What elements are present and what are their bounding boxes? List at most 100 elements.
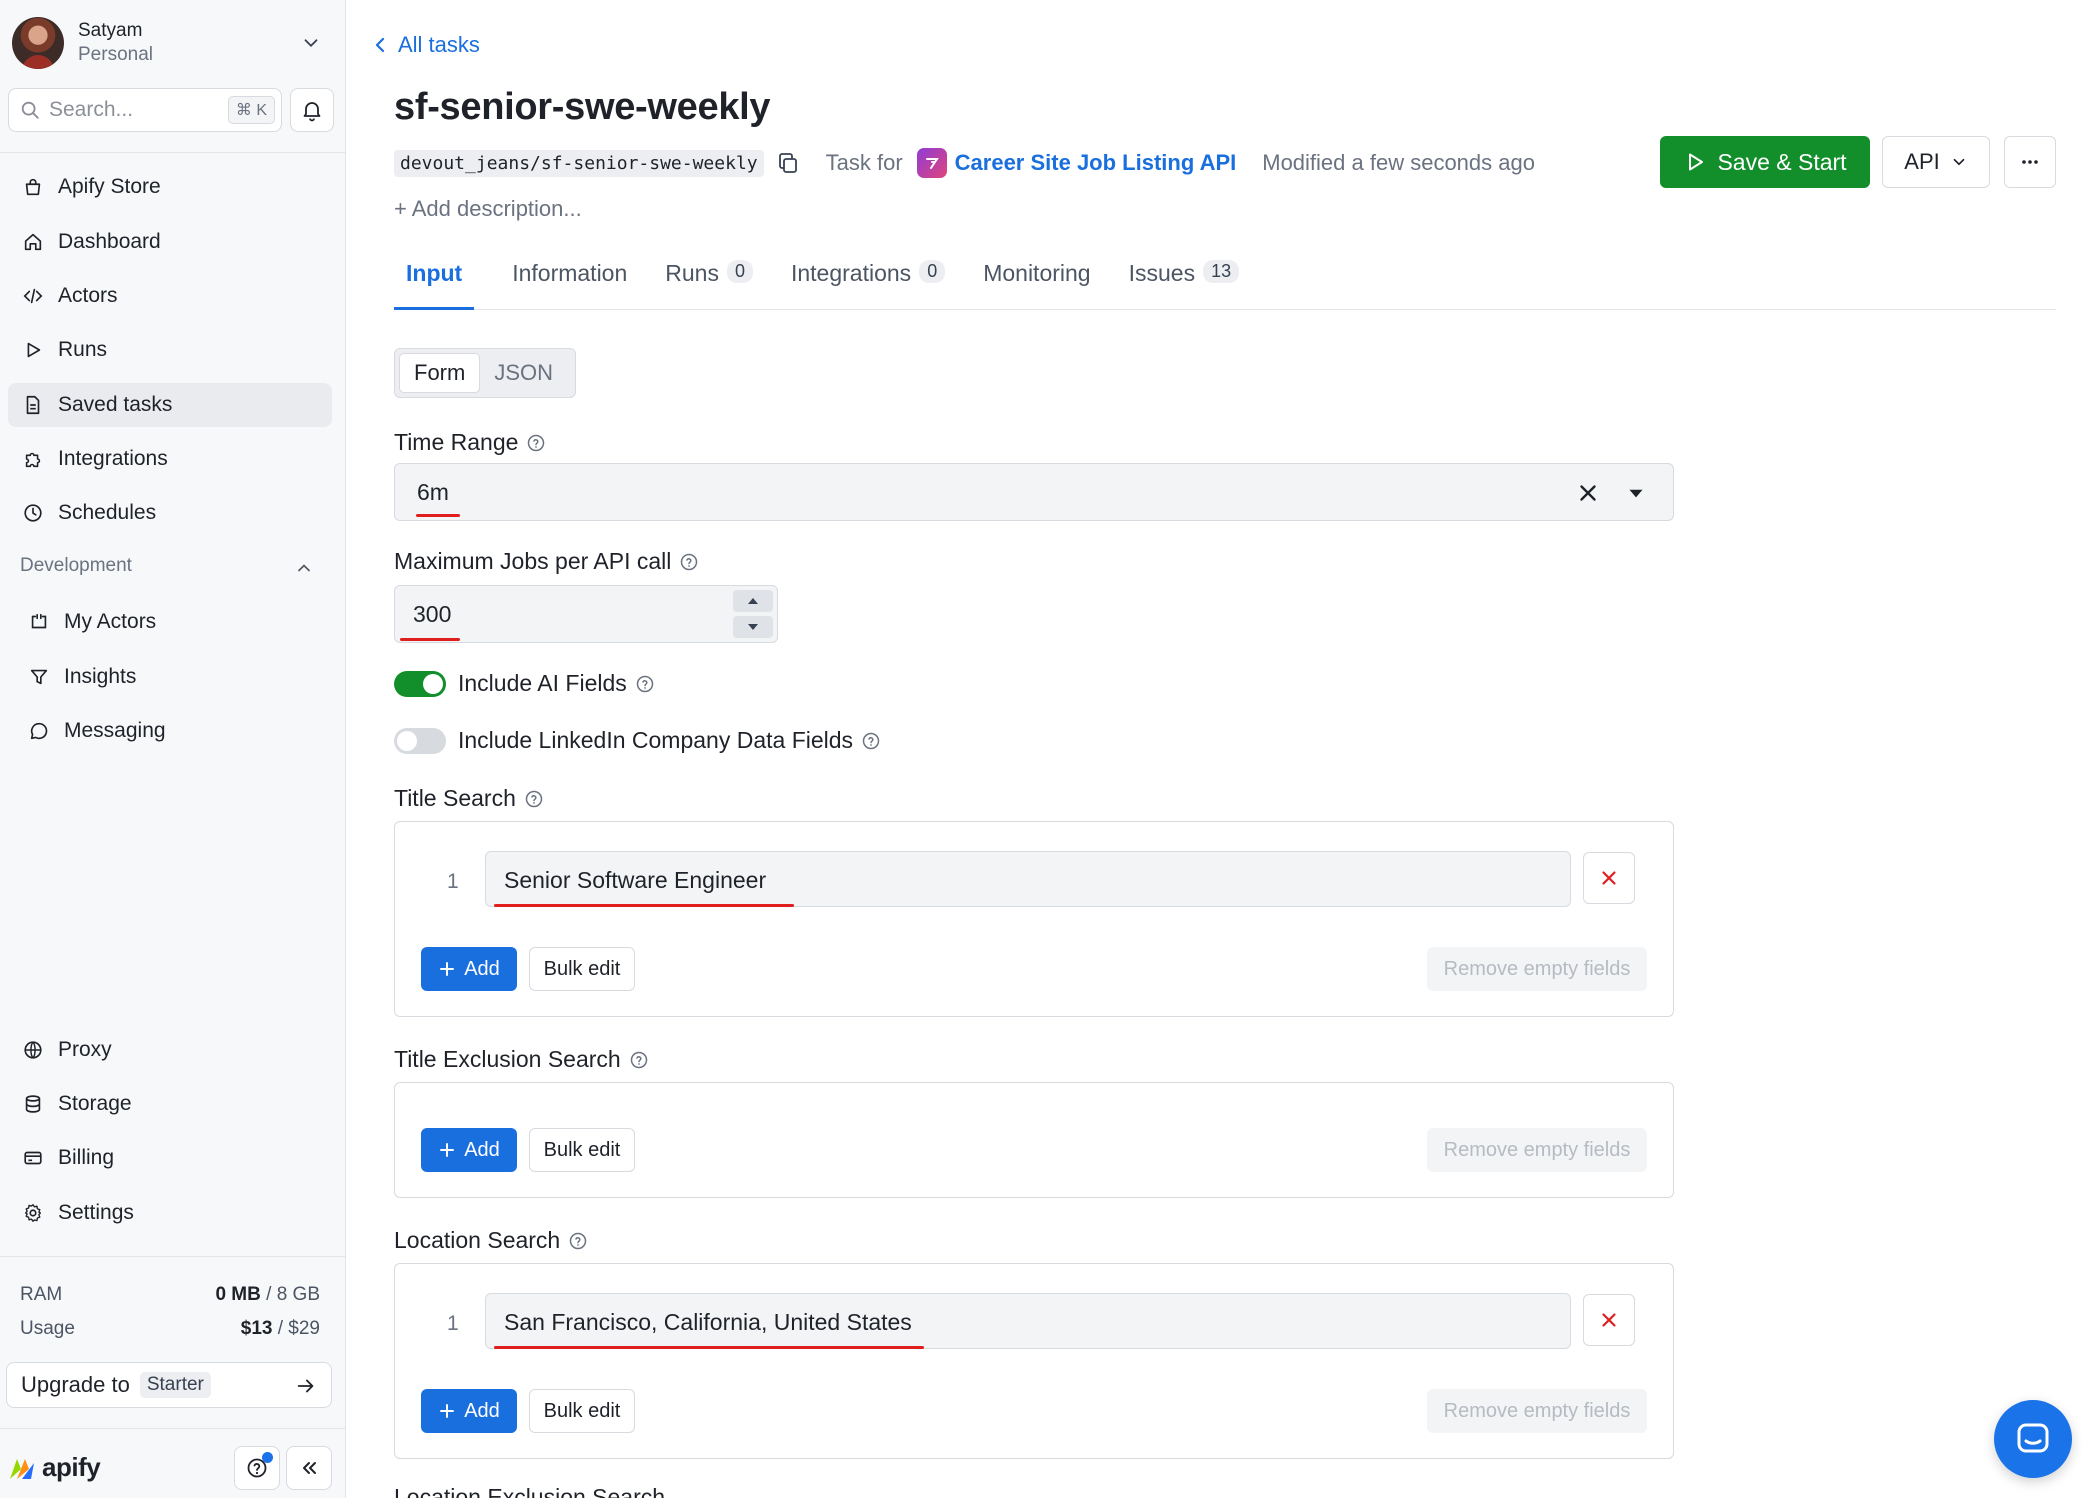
toggle-label-text: Include AI Fields <box>458 670 627 696</box>
remove-row-button[interactable] <box>1583 852 1635 904</box>
bulk-edit-button[interactable]: Bulk edit <box>529 1389 635 1433</box>
add-item-button[interactable]: Add <box>421 1128 517 1172</box>
location-search-label: Location Search <box>394 1227 588 1254</box>
sidebar-item-storage[interactable]: Storage <box>8 1082 332 1126</box>
mode-json-button[interactable]: JSON <box>480 353 567 393</box>
plus-icon <box>440 1404 455 1418</box>
sidebar-divider <box>0 1428 346 1429</box>
save-and-start-label: Save & Start <box>1717 148 1847 175</box>
tab-label: Information <box>512 260 628 286</box>
sidebar-item-settings[interactable]: Settings <box>8 1191 332 1235</box>
remove-empty-fields-button[interactable]: Remove empty fields <box>1427 1389 1647 1433</box>
play-icon <box>27 342 41 358</box>
tab-input[interactable]: Input <box>394 252 475 310</box>
tab-information[interactable]: Information <box>512 252 627 310</box>
remove-row-button[interactable] <box>1583 1294 1635 1346</box>
back-to-all-tasks-link[interactable]: All tasks <box>372 32 480 58</box>
add-item-button[interactable]: Add <box>421 1389 517 1433</box>
increment-button[interactable] <box>733 590 773 612</box>
caret-down-icon <box>748 624 758 630</box>
sidebar-item-actors[interactable]: Actors <box>8 274 332 318</box>
sidebar-item-billing[interactable]: Billing <box>8 1136 332 1180</box>
copy-icon[interactable] <box>776 151 800 175</box>
sidebar-divider <box>0 152 346 153</box>
tab-monitoring[interactable]: Monitoring <box>983 252 1090 310</box>
sidebar: Satyam Personal ⌘ K Apify Store Dashboar… <box>0 0 346 1498</box>
document-icon <box>26 395 40 415</box>
clear-icon[interactable] <box>1575 480 1601 506</box>
database-icon <box>25 1095 41 1113</box>
title-exclusion-label: Title Exclusion Search <box>394 1046 649 1073</box>
notifications-button[interactable] <box>290 88 334 132</box>
search-input[interactable] <box>49 98 219 122</box>
caret-down-icon[interactable] <box>1623 480 1649 506</box>
sidebar-item-insights[interactable]: Insights <box>8 655 332 699</box>
support-chat-button[interactable] <box>1994 1400 2072 1478</box>
add-label: Add <box>464 1399 500 1422</box>
back-link-label: All tasks <box>398 32 480 57</box>
sidebar-item-dashboard[interactable]: Dashboard <box>8 220 332 264</box>
help-circle-icon[interactable] <box>635 674 655 694</box>
add-label: Add <box>464 1138 500 1161</box>
gear-icon <box>24 1204 42 1222</box>
sidebar-item-runs[interactable]: Runs <box>8 328 332 372</box>
more-horizontal-icon <box>2022 160 2038 164</box>
sidebar-item-saved-tasks[interactable]: Saved tasks <box>8 383 332 427</box>
title-exclusion-list: Add Bulk edit Remove empty fields <box>394 1082 1674 1198</box>
time-range-select[interactable]: 6m <box>394 463 1674 521</box>
title-search-input[interactable]: Senior Software Engineer <box>485 851 1571 907</box>
chevron-up-icon[interactable] <box>294 558 314 578</box>
chevron-down-icon <box>1953 158 1965 166</box>
sidebar-item-apify-store[interactable]: Apify Store <box>8 165 332 209</box>
help-circle-icon[interactable] <box>526 433 546 453</box>
code-icon <box>23 288 43 304</box>
actor-link[interactable]: Career Site Job Listing API <box>955 150 1237 176</box>
max-jobs-stepper[interactable]: 300 <box>394 585 778 643</box>
chevron-down-icon[interactable] <box>300 32 322 54</box>
help-circle-icon[interactable] <box>568 1231 588 1251</box>
chevron-left-icon <box>375 37 385 53</box>
sidebar-item-integrations[interactable]: Integrations <box>8 437 332 481</box>
sidebar-item-my-actors[interactable]: My Actors <box>8 600 332 644</box>
time-range-label: Time Range <box>394 429 546 456</box>
help-circle-icon[interactable] <box>629 1050 649 1070</box>
apify-logo[interactable]: apify <box>8 1452 101 1483</box>
sidebar-item-label: Apify Store <box>58 175 161 198</box>
help-button[interactable] <box>234 1446 280 1490</box>
more-options-button[interactable] <box>2004 136 2056 188</box>
brand-name: apify <box>42 1452 101 1482</box>
remove-empty-fields-button[interactable]: Remove empty fields <box>1427 947 1647 991</box>
add-description-link[interactable]: + Add description... <box>394 196 582 222</box>
api-button[interactable]: API <box>1882 136 1990 188</box>
search-box[interactable]: ⌘ K <box>8 88 282 132</box>
mode-form-button[interactable]: Form <box>399 353 481 393</box>
upgrade-button[interactable]: Upgrade to Starter <box>6 1362 332 1408</box>
task-tabs: Input Information Runs 0 Integrations 0 Mo… <box>394 252 2056 310</box>
location-search-input[interactable]: San Francisco, California, United States <box>485 1293 1571 1349</box>
add-item-button[interactable]: Add <box>421 947 517 991</box>
max-jobs-label: Maximum Jobs per API call <box>394 548 699 575</box>
bulk-edit-button[interactable]: Bulk edit <box>529 1128 635 1172</box>
help-circle-icon[interactable] <box>861 731 881 751</box>
sidebar-item-label: Saved tasks <box>58 393 173 416</box>
collapse-sidebar-button[interactable] <box>286 1446 332 1490</box>
help-circle-icon[interactable] <box>679 552 699 572</box>
account-switcher[interactable]: Satyam Personal <box>12 16 332 70</box>
sidebar-item-schedules[interactable]: Schedules <box>8 491 332 535</box>
sidebar-item-label: Settings <box>58 1201 134 1224</box>
include-linkedin-toggle[interactable] <box>394 728 446 754</box>
help-circle-icon[interactable] <box>524 789 544 809</box>
decrement-button[interactable] <box>733 616 773 638</box>
remove-empty-fields-button[interactable]: Remove empty fields <box>1427 1128 1647 1172</box>
tab-count-badge: 13 <box>1203 260 1240 283</box>
field-label-text: Time Range <box>394 429 519 455</box>
tab-integrations[interactable]: Integrations 0 <box>791 252 946 310</box>
tab-issues[interactable]: Issues 13 <box>1129 252 1240 310</box>
include-ai-fields-toggle[interactable] <box>394 671 446 697</box>
sidebar-item-proxy[interactable]: Proxy <box>8 1028 332 1072</box>
save-and-start-button[interactable]: Save & Start <box>1660 136 1870 188</box>
tab-runs[interactable]: Runs 0 <box>665 252 753 310</box>
bulk-edit-button[interactable]: Bulk edit <box>529 947 635 991</box>
sidebar-item-label: Dashboard <box>58 230 161 253</box>
sidebar-item-messaging[interactable]: Messaging <box>8 709 332 753</box>
